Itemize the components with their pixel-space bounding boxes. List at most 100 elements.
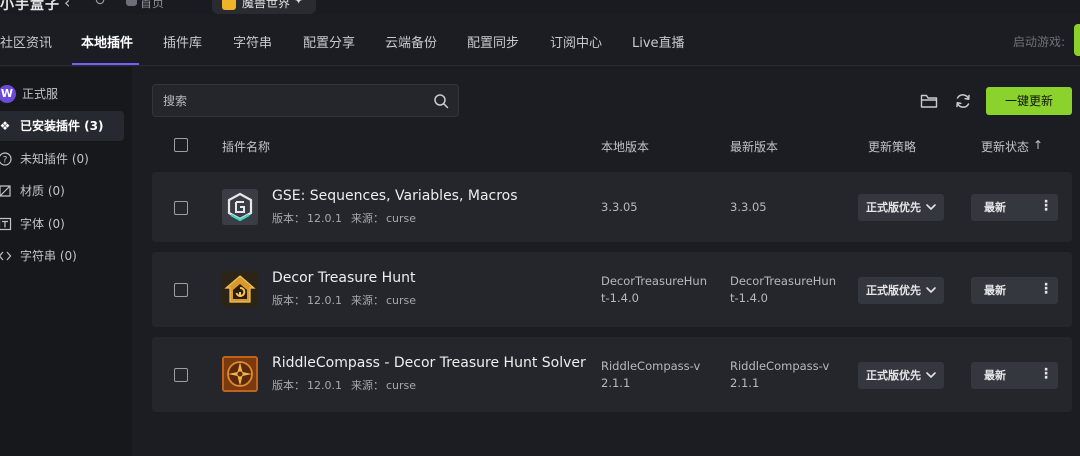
wow-logo-icon: W (0, 85, 16, 103)
nav-subscription[interactable]: 订阅中心 (550, 32, 602, 51)
chevron-down-icon (926, 372, 936, 379)
nav-config-sync[interactable]: 配置同步 (467, 32, 519, 51)
texture-icon (0, 184, 12, 198)
header-update-status[interactable]: 更新状态 (981, 138, 1029, 155)
version-label: 版本： (272, 379, 305, 392)
addon-name[interactable]: GSE: Sequences, Variables, Macros (272, 188, 518, 204)
addon-source: curse (386, 294, 417, 307)
nav-addon-library[interactable]: 插件库 (163, 32, 202, 51)
sidebar-item-label: 字体 (0) (20, 217, 65, 231)
string-icon (0, 249, 12, 263)
sidebar-item-strings[interactable]: 字符串 (0) (0, 241, 124, 271)
back-arrow-icon[interactable]: ‹ (64, 0, 70, 12)
sidebar-item-installed[interactable]: ❖ 已安装插件 (3) (0, 111, 124, 141)
status-button[interactable]: 最新 ⋮ (971, 194, 1058, 221)
row-checkbox[interactable] (174, 283, 188, 297)
home-tab-icon (126, 0, 137, 6)
source-label: 来源： (351, 379, 384, 392)
addon-game-version: 12.0.1 (307, 379, 342, 392)
local-version: 3.3.05 (601, 200, 638, 214)
header-local-version[interactable]: 本地版本 (601, 138, 649, 155)
diamond-icon: ❖ (0, 119, 11, 133)
chevron-down-icon (926, 204, 936, 211)
strategy-value: 正式版优先 (866, 284, 921, 297)
header-latest-version[interactable]: 最新版本 (730, 138, 778, 155)
table-row[interactable]: RiddleCompass - Decor Treasure Hunt Solv… (152, 337, 1072, 412)
nav-local-addons[interactable]: 本地插件 (81, 32, 133, 51)
more-options-icon[interactable]: ⋮ (1039, 194, 1053, 221)
addon-source: curse (386, 212, 417, 225)
header-update-strategy[interactable]: 更新策略 (868, 138, 916, 155)
font-icon (0, 217, 12, 231)
main-nav: 社区资讯 本地插件 插件库 字符串 配置分享 云端备份 配置同步 订阅中心 Li… (0, 14, 1080, 66)
addon-meta: 版本： 12.0.1 来源： curse (272, 210, 418, 226)
select-all-checkbox[interactable] (174, 138, 188, 152)
wow-tab-icon (222, 0, 236, 10)
strategy-value: 正式版优先 (866, 369, 921, 382)
table-row[interactable]: Decor Treasure Hunt 版本： 12.0.1 来源： curse D… (152, 252, 1072, 327)
search-box[interactable] (152, 84, 459, 117)
question-icon: ? (0, 152, 12, 166)
row-checkbox[interactable] (174, 368, 188, 382)
refresh-icon[interactable] (954, 92, 972, 110)
house-icon (222, 271, 258, 307)
latest-version: RiddleCompass-v2.1.1 (730, 359, 830, 390)
launch-game-button[interactable] (1074, 24, 1080, 56)
nav-cloud-backup[interactable]: 云端备份 (385, 32, 437, 51)
folder-icon[interactable] (920, 92, 938, 110)
status-value: 最新 (984, 369, 1006, 382)
update-all-button[interactable]: 一键更新 (986, 87, 1072, 115)
nav-live[interactable]: Live直播 (632, 32, 685, 51)
strategy-dropdown[interactable]: 正式版优先 (858, 362, 944, 389)
strategy-dropdown[interactable]: 正式版优先 (858, 194, 944, 221)
gse-icon (222, 189, 258, 225)
tab-home[interactable]: 首页 (124, 0, 206, 14)
more-options-icon[interactable]: ⋮ (1039, 277, 1053, 304)
pin-icon[interactable]: ✦ (294, 0, 303, 7)
sidebar-item-font[interactable]: 字体 (0) (0, 209, 124, 239)
app-title: 小手盒子 (0, 0, 60, 13)
search-input[interactable] (163, 92, 413, 110)
table-header: 插件名称 本地版本 最新版本 更新策略 更新状态 ↑ (152, 130, 1072, 160)
compass-icon (222, 356, 258, 392)
status-value: 最新 (984, 201, 1006, 214)
sidebar: W 正式服 ❖ 已安装插件 (3) ? 未知插件 (0) 材质 (0) 字体 (… (0, 67, 132, 456)
latest-version: 3.3.05 (730, 200, 767, 214)
nav-community[interactable]: 社区资讯 (0, 32, 52, 51)
status-button[interactable]: 最新 ⋮ (971, 362, 1058, 389)
tab-wow-label: 魔兽世界 (242, 0, 291, 10)
launch-game-label: 启动游戏: (1013, 35, 1066, 49)
sidebar-item-label: 已安装插件 (3) (20, 119, 104, 133)
sidebar-item-texture[interactable]: 材质 (0) (0, 176, 124, 206)
sidebar-item-label: 正式服 (22, 87, 59, 101)
svg-text:?: ? (3, 156, 8, 166)
addon-name[interactable]: Decor Treasure Hunt (272, 270, 415, 286)
sidebar-item-label: 字符串 (0) (20, 249, 77, 263)
version-label: 版本： (272, 212, 305, 225)
chevron-down-icon (926, 287, 936, 294)
sidebar-item-unknown[interactable]: ? 未知插件 (0) (0, 144, 124, 174)
status-button[interactable]: 最新 ⋮ (971, 277, 1058, 304)
nav-config-share[interactable]: 配置分享 (303, 32, 355, 51)
source-label: 来源： (351, 294, 384, 307)
addon-game-version: 12.0.1 (307, 294, 342, 307)
addon-meta: 版本： 12.0.1 来源： curse (272, 292, 418, 308)
table-row[interactable]: GSE: Sequences, Variables, Macros 版本： 12.… (152, 172, 1072, 242)
row-checkbox[interactable] (174, 201, 188, 215)
more-options-icon[interactable]: ⋮ (1039, 362, 1053, 389)
latest-version: DecorTreasureHunt-1.4.0 (730, 274, 837, 305)
addon-game-version: 12.0.1 (307, 212, 342, 225)
nav-strings[interactable]: 字符串 (233, 32, 272, 51)
sidebar-item-retail[interactable]: W 正式服 (0, 79, 124, 109)
refresh-icon[interactable]: ↻ (94, 0, 106, 9)
strategy-dropdown[interactable]: 正式版优先 (858, 277, 944, 304)
tab-wow[interactable]: 魔兽世界 ✦ (212, 0, 316, 14)
header-addon-name[interactable]: 插件名称 (222, 138, 270, 155)
search-icon[interactable] (433, 93, 449, 109)
version-label: 版本： (272, 294, 305, 307)
sort-ascending-icon[interactable]: ↑ (1033, 138, 1043, 152)
addon-name[interactable]: RiddleCompass - Decor Treasure Hunt Solv… (272, 355, 586, 371)
active-tab-underline (72, 63, 139, 65)
status-value: 最新 (984, 284, 1006, 297)
sidebar-item-label: 材质 (0) (20, 184, 65, 198)
